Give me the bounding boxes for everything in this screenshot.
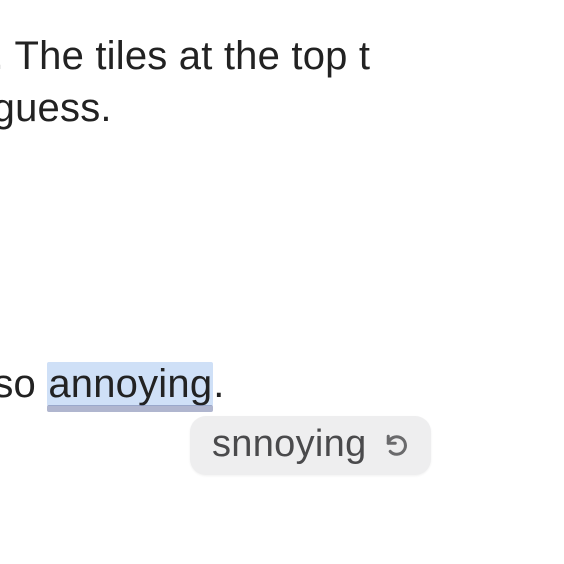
- undo-icon[interactable]: [381, 429, 413, 461]
- text-editor-viewport: nark. The tiles at the top t bad guess. …: [0, 0, 564, 564]
- autocorrect-original-word[interactable]: snnoying: [212, 423, 367, 466]
- body-text-fragment[interactable]: yet still so: [0, 362, 47, 406]
- autocorrect-revert-bubble[interactable]: snnoying: [190, 416, 431, 475]
- body-text-line[interactable]: yet still so annoying.: [0, 358, 225, 410]
- body-text-fragment[interactable]: .: [213, 362, 224, 406]
- body-text-line[interactable]: nark. The tiles at the top t: [0, 30, 370, 82]
- autocorrected-word-highlight[interactable]: annoying: [47, 358, 213, 410]
- autocorrected-word[interactable]: annoying: [47, 362, 213, 406]
- body-text-line[interactable]: bad guess.: [0, 82, 112, 134]
